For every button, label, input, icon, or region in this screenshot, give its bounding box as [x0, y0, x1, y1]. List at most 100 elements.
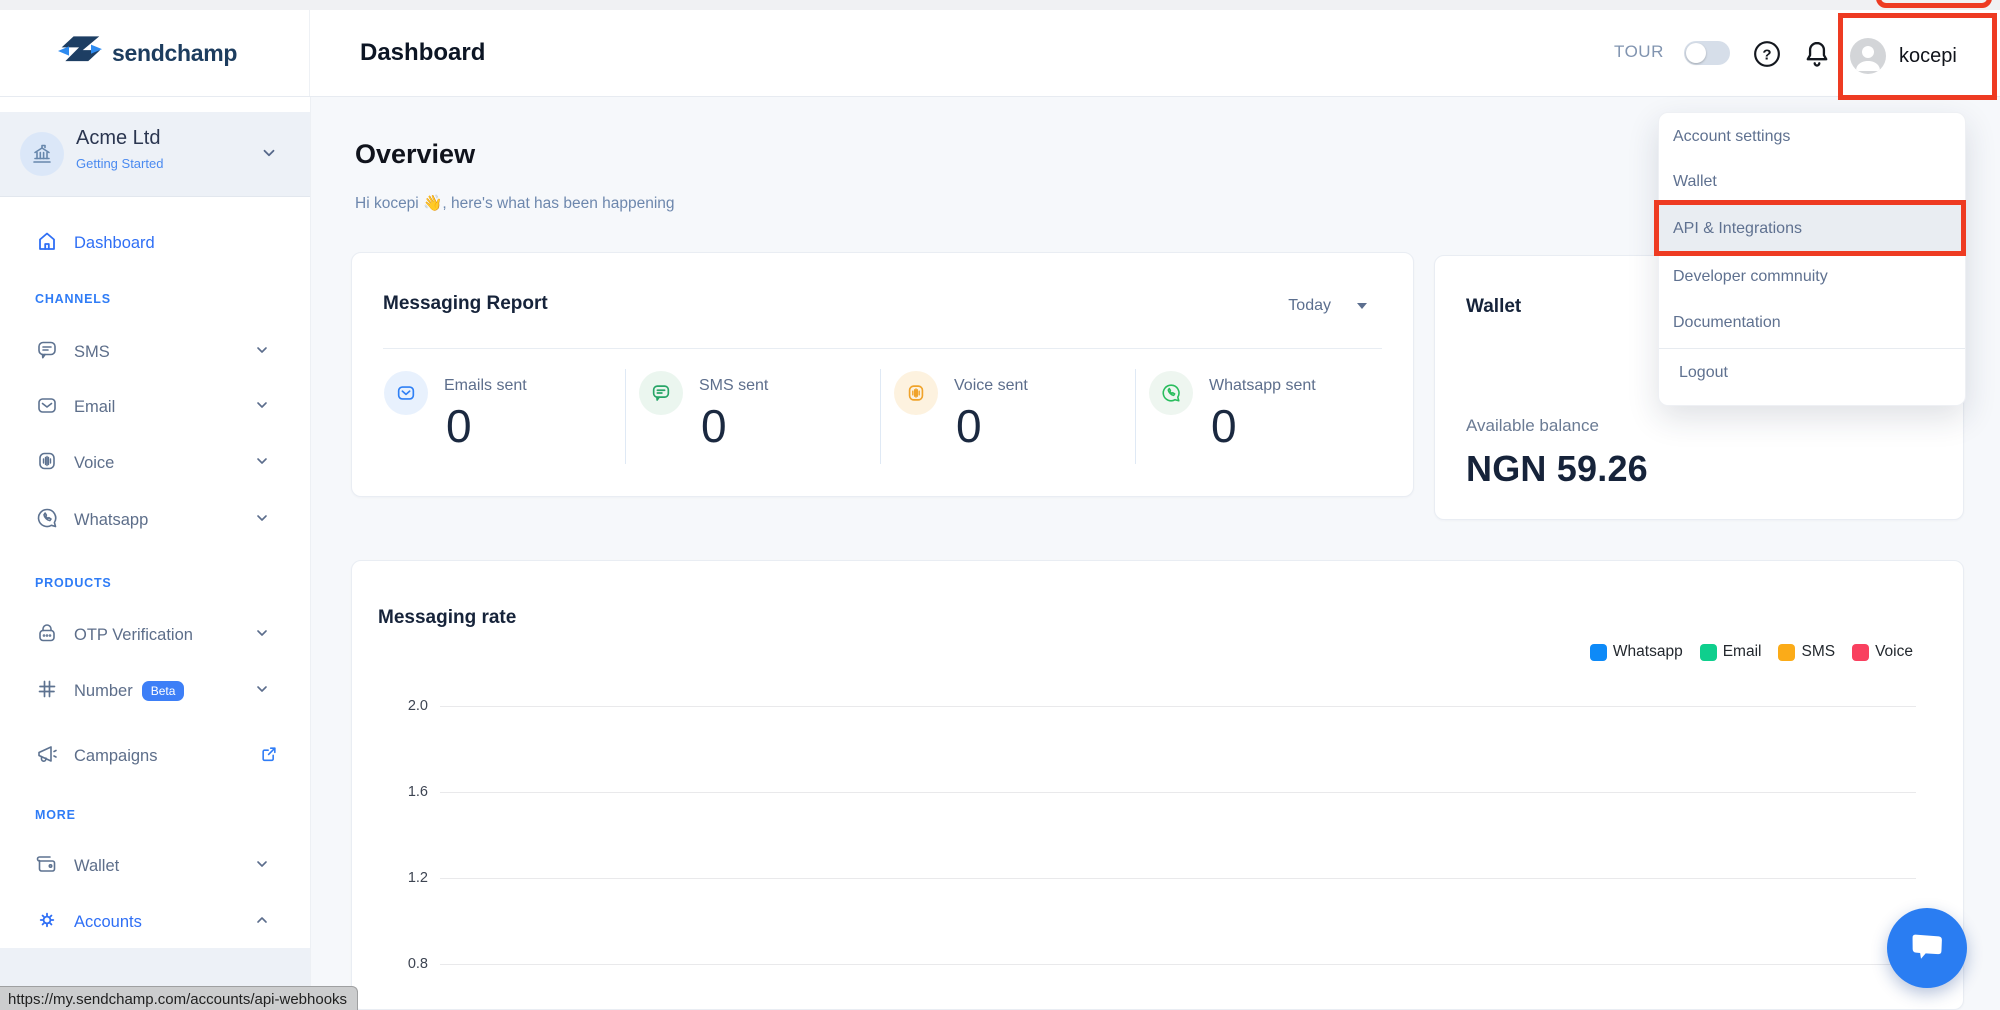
notifications-button[interactable]	[1803, 39, 1831, 69]
question-circle-icon: ?	[1753, 55, 1781, 72]
legend-item-email[interactable]: Email	[1700, 643, 1762, 661]
user-dropdown-menu: Account settings Wallet API & Integratio…	[1658, 112, 1966, 406]
logo-area: sendchamp	[0, 10, 310, 96]
hash-icon	[35, 677, 59, 706]
menu-item-logout[interactable]: Logout	[1679, 364, 1728, 382]
divider	[383, 348, 1382, 349]
sidebar-item-campaigns[interactable]: Campaigns	[0, 741, 310, 771]
gridline	[440, 792, 1916, 793]
beta-badge: Beta	[142, 681, 185, 701]
chevron-down-icon	[254, 681, 270, 702]
help-button[interactable]: ?	[1753, 40, 1781, 68]
legend-item-voice[interactable]: Voice	[1852, 643, 1913, 661]
legend-item-sms[interactable]: SMS	[1778, 643, 1835, 661]
tour-label: TOUR	[1614, 42, 1664, 62]
divider	[880, 369, 881, 464]
divider	[1135, 369, 1136, 464]
menu-item-account-settings[interactable]: Account settings	[1673, 128, 1790, 146]
chevron-down-icon	[260, 144, 278, 167]
voice-waveform-icon	[894, 371, 938, 415]
org-subtitle: Getting Started	[76, 156, 163, 171]
sidebar-item-sms[interactable]: SMS	[0, 337, 310, 367]
menu-item-developer-community[interactable]: Developer commnuity	[1673, 268, 1828, 286]
messaging-rate-card: Messaging rate Whatsapp Email SMS Voice …	[351, 560, 1964, 1010]
chevron-down-icon	[254, 453, 270, 474]
sidebar-item-number[interactable]: Number Beta	[0, 676, 310, 706]
overview-greeting: Hi kocepi 👋, here's what has been happen…	[355, 194, 675, 213]
external-link-icon	[259, 744, 279, 769]
caret-down-icon	[1357, 303, 1367, 309]
gridline	[440, 706, 1916, 707]
sidebar-section-more: MORE	[35, 808, 76, 822]
envelope-icon	[384, 371, 428, 415]
sidebar-item-otp-verification[interactable]: OTP Verification	[0, 620, 310, 650]
chat-widget-button[interactable]	[1887, 908, 1967, 988]
stat-voice-sent: Voice sent 0	[894, 371, 1124, 481]
sidebar-item-wallet[interactable]: Wallet	[0, 851, 310, 881]
sidebar-item-label: Dashboard	[74, 234, 155, 253]
sidebar-item-label: Wallet	[74, 857, 119, 876]
org-selector[interactable]: Acme Ltd Getting Started	[0, 112, 310, 197]
stat-label: Whatsapp sent	[1209, 377, 1316, 395]
legend-label: Whatsapp	[1613, 643, 1683, 661]
page-title: Dashboard	[360, 39, 485, 67]
legend-label: SMS	[1801, 643, 1835, 661]
y-tick-label: 0.8	[382, 956, 428, 972]
sidebar-section-products: PRODUCTS	[35, 576, 112, 590]
legend-label: Email	[1723, 643, 1762, 661]
app-root: sendchamp Dashboard TOUR ? kocepi	[0, 0, 2000, 1010]
divider	[1659, 348, 1965, 349]
username: kocepi	[1899, 45, 1957, 68]
gridline	[440, 878, 1916, 879]
user-menu-button[interactable]: kocepi	[1850, 26, 1990, 86]
org-name: Acme Ltd	[76, 127, 160, 150]
home-icon	[35, 229, 59, 258]
menu-item-api-integrations[interactable]: API & Integrations	[1673, 220, 1802, 238]
sms-icon	[639, 371, 683, 415]
menu-item-wallet[interactable]: Wallet	[1673, 173, 1717, 191]
sidebar-item-whatsapp[interactable]: Whatsapp	[0, 505, 310, 535]
legend-item-whatsapp[interactable]: Whatsapp	[1590, 643, 1683, 661]
sms-icon	[35, 338, 59, 367]
y-tick-label: 2.0	[382, 698, 428, 714]
stat-value: 0	[1211, 399, 1237, 453]
svg-text:?: ?	[1762, 46, 1771, 63]
divider	[625, 369, 626, 464]
stat-label: Voice sent	[954, 377, 1028, 395]
legend-label: Voice	[1875, 643, 1913, 661]
sidebar-item-label: Number	[74, 682, 133, 701]
sidebar-item-label: Campaigns	[74, 747, 157, 766]
messaging-rate-title: Messaging rate	[378, 607, 516, 629]
chevron-down-icon	[254, 397, 270, 418]
period-dropdown[interactable]: Today	[1288, 297, 1367, 315]
lock-icon	[35, 621, 59, 650]
gear-icon	[35, 908, 59, 937]
sidebar-item-label: Accounts	[74, 913, 142, 932]
overview-title: Overview	[355, 139, 475, 170]
tour-toggle[interactable]	[1684, 41, 1730, 65]
sidebar-item-dashboard[interactable]: Dashboard	[0, 228, 310, 258]
chevron-up-icon	[254, 912, 270, 933]
gridline	[440, 964, 1916, 965]
megaphone-icon	[35, 742, 59, 771]
y-tick-label: 1.2	[382, 870, 428, 886]
stat-value: 0	[446, 399, 472, 453]
avatar	[1850, 38, 1886, 74]
link-status-tooltip: https://my.sendchamp.com/accounts/api-we…	[0, 986, 358, 1010]
chevron-down-icon	[254, 625, 270, 646]
chevron-down-icon	[254, 342, 270, 363]
brand-name: sendchamp	[112, 40, 237, 67]
sidebar-item-accounts[interactable]: Accounts	[0, 907, 310, 937]
legend-swatch	[1700, 644, 1717, 661]
stat-emails-sent: Emails sent 0	[384, 371, 614, 481]
messaging-report-card: Messaging Report Today Emails sent 0 SMS…	[351, 252, 1414, 497]
sidebar-item-label: Whatsapp	[74, 511, 148, 530]
sidebar-section-channels: CHANNELS	[35, 292, 111, 306]
sidebar-item-email[interactable]: Email	[0, 392, 310, 422]
whatsapp-icon	[35, 506, 59, 535]
menu-item-documentation[interactable]: Documentation	[1673, 314, 1781, 332]
sidebar-item-voice[interactable]: Voice	[0, 448, 310, 478]
stat-label: SMS sent	[699, 377, 768, 395]
legend-swatch	[1852, 644, 1869, 661]
sidebar-item-label: Email	[74, 398, 115, 417]
